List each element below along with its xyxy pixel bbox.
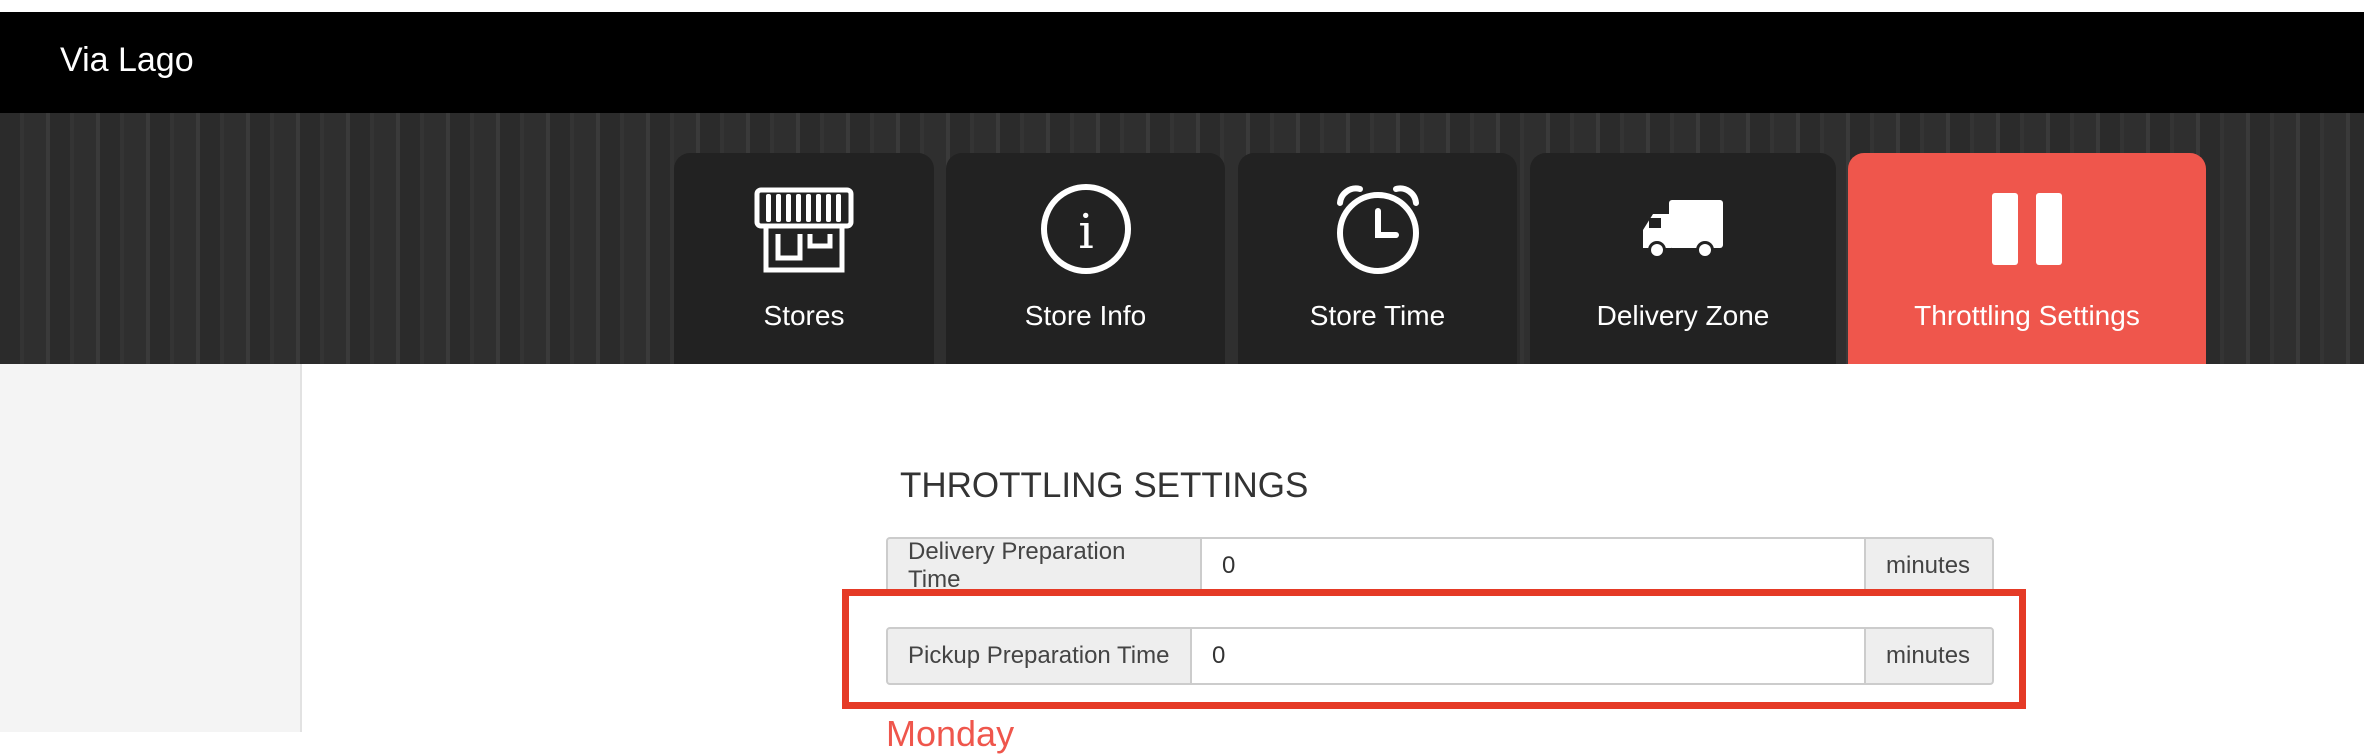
tab-store-info-label: Store Info: [1024, 300, 1147, 331]
tab-store-info[interactable]: i Store Info: [946, 153, 1225, 364]
tab-stores-label: Stores: [763, 300, 845, 331]
tab-delivery-zone[interactable]: Delivery Zone: [1530, 153, 1836, 364]
svg-text:i: i: [1078, 204, 1093, 260]
tab-bar: Stores i Store Info Store Time Delivery …: [0, 113, 2364, 364]
delivery-prep-unit: minutes: [1864, 537, 1994, 595]
alarm-clock-icon: [1238, 179, 1517, 279]
pause-icon: [1848, 179, 2206, 279]
storefront-icon: [674, 179, 934, 279]
tab-store-time[interactable]: Store Time: [1238, 153, 1517, 364]
delivery-prep-input[interactable]: 0: [1202, 537, 1864, 595]
left-panel: [0, 364, 302, 732]
page-title: THROTTLING SETTINGS: [900, 466, 1309, 505]
delivery-prep-label: Delivery Preparation Time: [886, 537, 1202, 595]
tab-store-time-label: Store Time: [1309, 300, 1446, 331]
tab-delivery-zone-label: Delivery Zone: [1596, 300, 1770, 331]
delivery-truck-icon: [1530, 179, 1836, 279]
app-header: Via Lago: [0, 12, 2364, 113]
tab-throttling-settings[interactable]: Throttling Settings: [1848, 153, 2206, 364]
brand-name[interactable]: Via Lago: [60, 38, 194, 82]
info-icon: i: [946, 179, 1225, 279]
tab-throttling-settings-label: Throttling Settings: [1914, 300, 2140, 331]
delivery-prep-group: Delivery Preparation Time 0 minutes: [886, 537, 1994, 595]
day-heading: Monday: [886, 713, 1015, 754]
top-strip: [0, 0, 2364, 12]
tab-stores[interactable]: Stores: [674, 153, 934, 364]
highlight-box: [842, 589, 2026, 709]
